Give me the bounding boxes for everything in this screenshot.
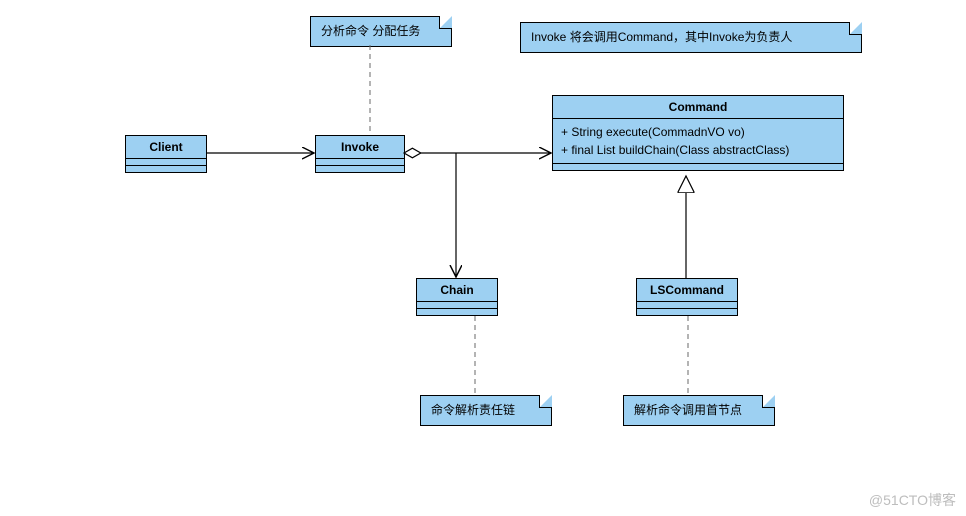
- class-invoke: Invoke: [315, 135, 405, 173]
- class-chain: Chain: [416, 278, 498, 316]
- class-attributes: [316, 159, 404, 166]
- class-methods: [316, 166, 404, 172]
- class-client: Client: [125, 135, 207, 173]
- class-lscommand: LSCommand: [636, 278, 738, 316]
- diagram-canvas: 分析命令 分配任务 Invoke 将会调用Command，其中Invoke为负责…: [0, 0, 966, 516]
- class-title: Invoke: [316, 136, 404, 159]
- method-line: + final List buildChain(Class abstractCl…: [561, 141, 835, 159]
- class-attributes: [417, 302, 497, 309]
- note-chain: 命令解析责任链: [420, 395, 552, 426]
- class-title: Command: [553, 96, 843, 119]
- class-methods: [417, 309, 497, 315]
- class-attributes: [637, 302, 737, 309]
- class-title: LSCommand: [637, 279, 737, 302]
- class-command: Command + String execute(CommadnVO vo) +…: [552, 95, 844, 171]
- note-text: 命令解析责任链: [431, 403, 515, 417]
- class-methods: + String execute(CommadnVO vo) + final L…: [553, 119, 843, 164]
- class-extra: [553, 164, 843, 170]
- note-invoke: 分析命令 分配任务: [310, 16, 452, 47]
- edges-layer: [0, 0, 966, 516]
- class-methods: [126, 166, 206, 172]
- class-title: Client: [126, 136, 206, 159]
- method-line: + String execute(CommadnVO vo): [561, 123, 835, 141]
- note-text: Invoke 将会调用Command，其中Invoke为负责人: [531, 30, 792, 44]
- class-attributes: [126, 159, 206, 166]
- watermark: @51CTO博客: [869, 490, 956, 510]
- class-title: Chain: [417, 279, 497, 302]
- note-text: 分析命令 分配任务: [321, 24, 420, 38]
- note-top: Invoke 将会调用Command，其中Invoke为负责人: [520, 22, 862, 53]
- class-methods: [637, 309, 737, 315]
- note-lscommand: 解析命令调用首节点: [623, 395, 775, 426]
- note-text: 解析命令调用首节点: [634, 403, 742, 417]
